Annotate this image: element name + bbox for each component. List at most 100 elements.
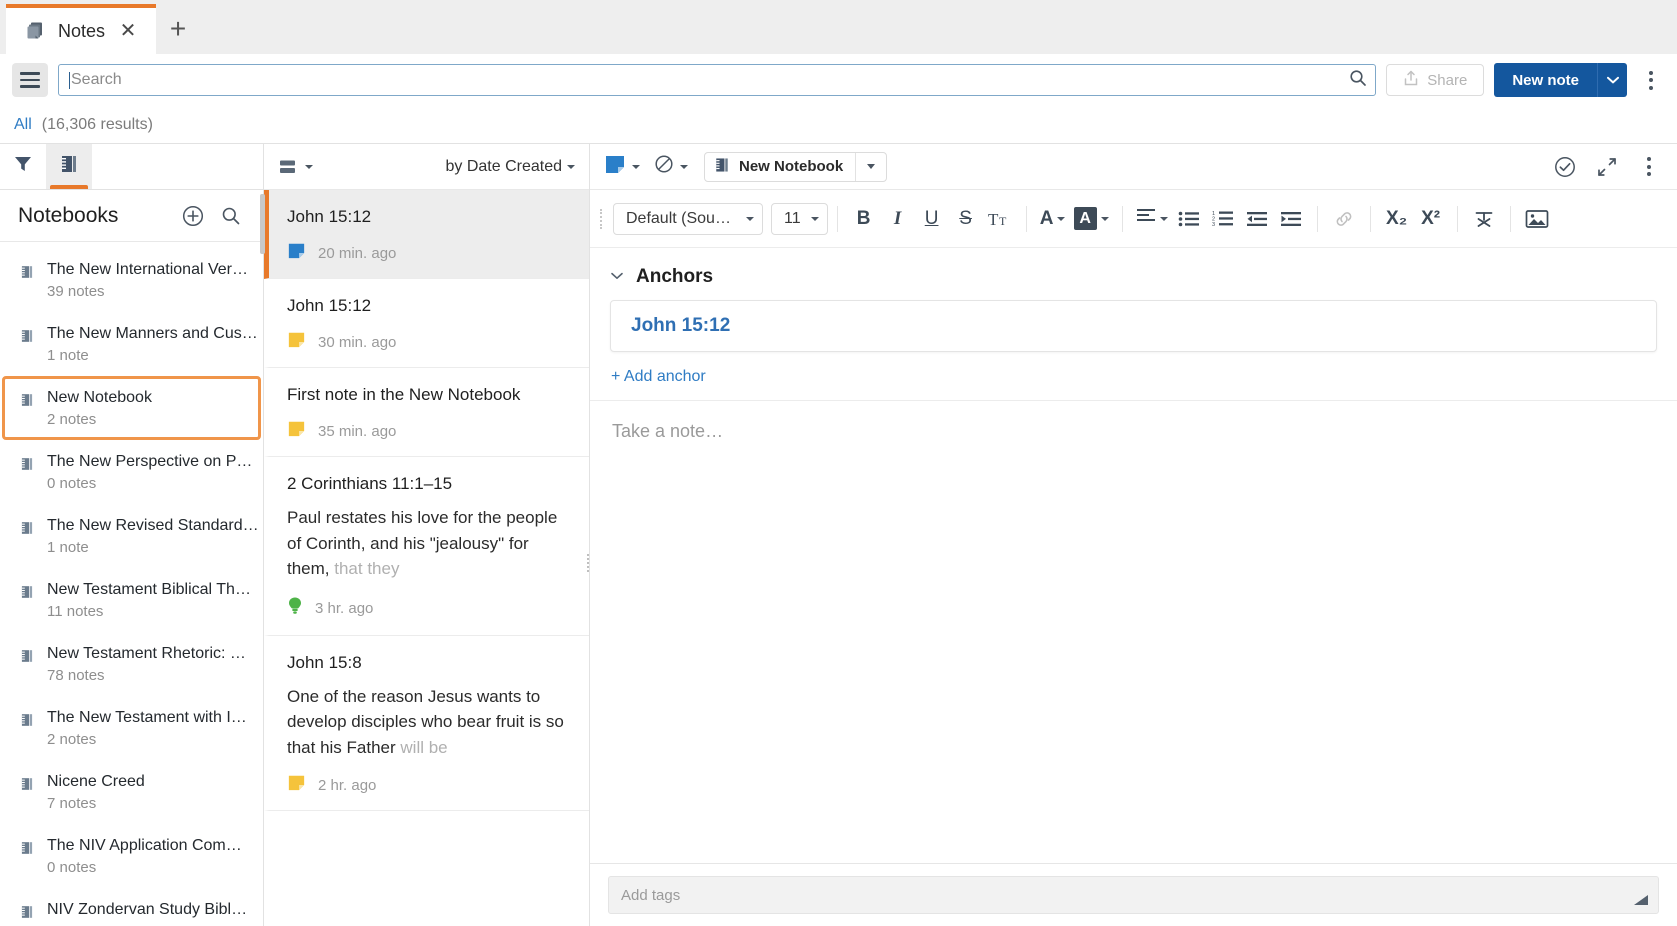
highlight-color-button[interactable]: A [1070, 202, 1113, 236]
notebook-list-item[interactable]: The New Revised Standard… 1 note [2, 504, 261, 568]
strikethrough-button[interactable]: S [949, 202, 983, 236]
svg-text:T: T [999, 214, 1007, 228]
sidebar-search-icon[interactable] [217, 202, 245, 230]
note-style-selector[interactable] [654, 154, 688, 179]
anchors-header[interactable]: Anchors [610, 266, 1657, 288]
text-color-button[interactable]: A [1036, 202, 1070, 236]
share-label: Share [1427, 71, 1468, 89]
notebook-list-item[interactable]: The NIV Application Com… 0 notes [2, 824, 261, 888]
new-tab-button[interactable]: + [156, 4, 200, 54]
note-list-item[interactable]: John 15:12 30 min. ago [264, 279, 589, 369]
notebook-icon [58, 153, 80, 180]
close-icon[interactable]: ✕ [117, 21, 139, 41]
app-overflow-menu-button[interactable] [1637, 63, 1665, 97]
font-size-select[interactable]: 11 [771, 202, 828, 235]
new-note-dropdown-button[interactable] [1597, 63, 1627, 97]
notebook-dropdown-button[interactable] [856, 164, 886, 169]
share-button[interactable]: Share [1386, 64, 1485, 96]
notebook-list-item[interactable]: New Testament Biblical Th… 11 notes [2, 568, 261, 632]
note-list-body[interactable]: John 15:12 20 min. ago John 15:12 30 min. a… [264, 190, 589, 926]
expand-arrows-icon[interactable] [1593, 153, 1621, 181]
numbered-list-icon[interactable]: 1 2 3 [1206, 202, 1240, 236]
note-body-input[interactable]: Take a note… [590, 401, 1677, 863]
notebook-note-count: 78 notes [47, 667, 105, 684]
chevron-down-icon [1100, 216, 1109, 221]
add-tags-input[interactable]: Add tags [608, 876, 1659, 914]
notebook-icon [19, 903, 35, 926]
chevron-down-icon [1057, 216, 1066, 221]
notebook-selector[interactable]: New Notebook [704, 151, 888, 182]
add-anchor-button[interactable]: + Add anchor [611, 368, 706, 386]
resize-corner-icon[interactable] [1632, 891, 1650, 911]
notebook-list-item[interactable]: The New Perspective on P… 0 notes [2, 440, 261, 504]
note-list-item[interactable]: First note in the New Notebook 35 min. ag… [264, 368, 589, 458]
note-blue-icon [287, 242, 306, 264]
search-field-wrapper[interactable] [58, 64, 1377, 96]
notelist-resize-handle[interactable] [587, 554, 590, 572]
italic-button[interactable]: I [881, 202, 915, 236]
note-list-scrollbar[interactable] [260, 194, 265, 254]
notebook-list-item[interactable]: Nicene Creed 7 notes [2, 760, 261, 824]
indent-icon[interactable] [1274, 202, 1308, 236]
chevron-down-icon [680, 164, 688, 169]
align-button[interactable] [1132, 202, 1172, 236]
superscript-button[interactable]: X² [1414, 202, 1448, 236]
notebook-icon [19, 647, 35, 670]
results-bar: All (16,306 results) [0, 106, 1677, 144]
notebook-icon [19, 583, 35, 606]
text-size-icon[interactable]: T T [983, 202, 1017, 236]
note-title: John 15:12 [287, 296, 372, 316]
chevron-down-icon [1606, 71, 1619, 89]
note-type-selector[interactable] [604, 154, 640, 179]
notebook-note-count: 39 notes [47, 283, 105, 300]
note-meta: 20 min. ago [287, 242, 571, 264]
outdent-icon[interactable] [1240, 202, 1274, 236]
notebook-icon [19, 455, 35, 478]
tab-notes[interactable]: Notes ✕ [6, 4, 156, 54]
note-list-item[interactable]: John 15:8 One of the reason Jesus wants t… [264, 636, 589, 812]
note-list-item[interactable]: 2 Corinthians 11:1–15 Paul restates his l… [264, 457, 589, 636]
search-input[interactable] [71, 71, 1350, 89]
notebook-list-item[interactable]: The New Testament with I… 2 notes [2, 696, 261, 760]
sidebar-tab-notebooks[interactable] [46, 144, 92, 189]
notes-stack-icon [26, 21, 46, 41]
search-icon[interactable] [1349, 69, 1367, 92]
link-icon[interactable] [1327, 202, 1361, 236]
note-snippet-fade: that they [329, 559, 400, 579]
notebook-list-item[interactable]: The New International Ver… 39 notes [2, 248, 261, 312]
sidebar-tab-filter[interactable] [0, 144, 46, 189]
plus-circle-icon[interactable] [179, 202, 207, 230]
note-list-item[interactable]: John 15:12 20 min. ago [264, 190, 589, 280]
underline-button[interactable]: U [915, 202, 949, 236]
note-blue-icon [604, 154, 626, 179]
toolbar-drag-handle[interactable] [600, 208, 603, 229]
editor-overflow-menu-button[interactable] [1635, 150, 1663, 184]
bullet-list-icon[interactable] [1172, 202, 1206, 236]
tags-bar: Add tags [590, 863, 1677, 926]
bold-button[interactable]: B [847, 202, 881, 236]
anchor-link[interactable]: John 15:12 [631, 315, 730, 336]
font-family-select[interactable]: Default (Sou… [613, 202, 763, 235]
list-view-icon[interactable] [278, 158, 313, 176]
notebook-name: New Testament Rhetoric: … [47, 645, 246, 662]
hamburger-icon[interactable] [12, 63, 48, 97]
subscript-button[interactable]: X₂ [1380, 202, 1414, 236]
check-circle-icon[interactable] [1551, 153, 1579, 181]
note-meta: 3 hr. ago [287, 596, 571, 621]
chevron-down-icon[interactable] [610, 268, 624, 286]
insert-image-icon[interactable] [1520, 202, 1554, 236]
results-scope-all[interactable]: All [14, 116, 32, 134]
chevron-down-icon [867, 164, 876, 169]
note-yellow-icon [287, 420, 306, 442]
notebook-list-item[interactable]: NIV Zondervan Study Bibl… [2, 888, 261, 926]
anchor-card[interactable]: John 15:12 [610, 300, 1657, 352]
text-color-icon: A [1039, 207, 1054, 229]
new-note-button[interactable]: New note [1494, 63, 1597, 97]
notebook-list-item[interactable]: New Testament Rhetoric: … 78 notes [2, 632, 261, 696]
notebook-note-count: 1 note [47, 539, 89, 556]
notebook-list-item[interactable]: The New Manners and Cus… 1 note [2, 312, 261, 376]
sort-dropdown[interactable]: by Date Created [445, 158, 575, 176]
clear-formatting-icon[interactable] [1467, 202, 1501, 236]
notebook-list-item[interactable]: New Notebook 2 notes [2, 376, 261, 440]
notebooks-list[interactable]: The New International Ver… 39 notes The Ne… [0, 242, 263, 926]
